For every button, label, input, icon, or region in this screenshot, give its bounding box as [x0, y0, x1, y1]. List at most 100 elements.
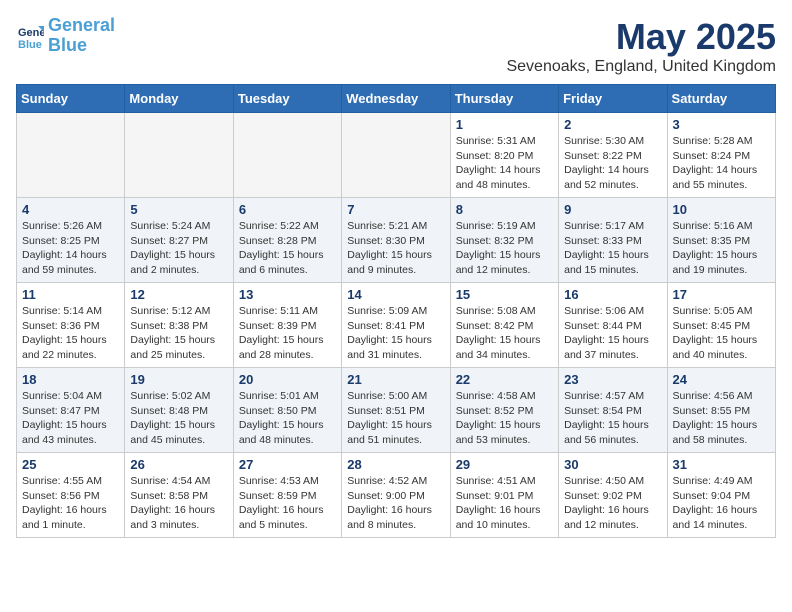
svg-text:General: General [18, 27, 44, 39]
day-info: Sunrise: 4:53 AM Sunset: 8:59 PM Dayligh… [239, 474, 336, 533]
day-info: Sunrise: 5:22 AM Sunset: 8:28 PM Dayligh… [239, 219, 336, 278]
calendar-cell: 7 Sunrise: 5:21 AM Sunset: 8:30 PM Daylig… [342, 198, 450, 283]
calendar-cell [125, 113, 233, 198]
logo-line2: Blue [48, 35, 87, 55]
day-number: 18 [22, 372, 119, 387]
weekday-header-sunday: Sunday [17, 85, 125, 113]
day-info: Sunrise: 5:28 AM Sunset: 8:24 PM Dayligh… [673, 134, 770, 193]
calendar-cell: 8 Sunrise: 5:19 AM Sunset: 8:32 PM Daylig… [450, 198, 558, 283]
day-info: Sunrise: 5:09 AM Sunset: 8:41 PM Dayligh… [347, 304, 444, 363]
weekday-header-monday: Monday [125, 85, 233, 113]
calendar-cell: 2 Sunrise: 5:30 AM Sunset: 8:22 PM Daylig… [559, 113, 667, 198]
day-info: Sunrise: 4:55 AM Sunset: 8:56 PM Dayligh… [22, 474, 119, 533]
location: Sevenoaks, England, United Kingdom [506, 58, 776, 76]
day-number: 30 [564, 457, 661, 472]
day-number: 15 [456, 287, 553, 302]
weekday-header-row: SundayMondayTuesdayWednesdayThursdayFrid… [17, 85, 776, 113]
day-info: Sunrise: 4:52 AM Sunset: 9:00 PM Dayligh… [347, 474, 444, 533]
day-number: 10 [673, 202, 770, 217]
calendar-cell: 6Sunrise: 5:22 AM Sunset: 8:28 PM Daylig… [233, 198, 341, 283]
calendar-cell: 23Sunrise: 4:57 AM Sunset: 8:54 PM Dayli… [559, 368, 667, 453]
calendar-cell: 11Sunrise: 5:14 AM Sunset: 8:36 PM Dayli… [17, 283, 125, 368]
day-info: Sunrise: 5:08 AM Sunset: 8:42 PM Dayligh… [456, 304, 553, 363]
day-info: Sunrise: 5:12 AM Sunset: 8:38 PM Dayligh… [130, 304, 227, 363]
calendar-cell: 22 Sunrise: 4:58 AM Sunset: 8:52 PM Dayli… [450, 368, 558, 453]
day-info: Sunrise: 5:24 AM Sunset: 8:27 PM Dayligh… [130, 219, 227, 278]
calendar: SundayMondayTuesdayWednesdayThursdayFrid… [16, 84, 776, 538]
day-info: Sunrise: 5:05 AM Sunset: 8:45 PM Dayligh… [673, 304, 770, 363]
calendar-cell: 21Sunrise: 5:00 AM Sunset: 8:51 PM Dayli… [342, 368, 450, 453]
calendar-cell: 10 Sunrise: 5:16 AM Sunset: 8:35 PM Dayli… [667, 198, 775, 283]
calendar-cell: 9 Sunrise: 5:17 AM Sunset: 8:33 PM Daylig… [559, 198, 667, 283]
svg-text:Blue: Blue [18, 39, 42, 50]
day-number: 3 [673, 117, 770, 132]
week-row-5: 25 Sunrise: 4:55 AM Sunset: 8:56 PM Dayli… [17, 453, 776, 538]
day-number: 2 [564, 117, 661, 132]
day-number: 9 [564, 202, 661, 217]
day-info: Sunrise: 5:11 AM Sunset: 8:39 PM Dayligh… [239, 304, 336, 363]
logo: General Blue General Blue [16, 16, 115, 56]
day-info: Sunrise: 5:19 AM Sunset: 8:32 PM Dayligh… [456, 219, 553, 278]
day-number: 17 [673, 287, 770, 302]
calendar-cell: 12 Sunrise: 5:12 AM Sunset: 8:38 PM Dayli… [125, 283, 233, 368]
calendar-cell [233, 113, 341, 198]
calendar-cell: 15 Sunrise: 5:08 AM Sunset: 8:42 PM Dayli… [450, 283, 558, 368]
day-number: 5 [130, 202, 227, 217]
calendar-cell: 31 Sunrise: 4:49 AM Sunset: 9:04 PM Dayli… [667, 453, 775, 538]
day-info: Sunrise: 5:01 AM Sunset: 8:50 PM Dayligh… [239, 389, 336, 448]
calendar-cell: 30Sunrise: 4:50 AM Sunset: 9:02 PM Dayli… [559, 453, 667, 538]
day-info: Sunrise: 5:30 AM Sunset: 8:22 PM Dayligh… [564, 134, 661, 193]
day-number: 29 [456, 457, 553, 472]
calendar-cell: 26 Sunrise: 4:54 AM Sunset: 8:58 PM Dayli… [125, 453, 233, 538]
weekday-header-thursday: Thursday [450, 85, 558, 113]
weekday-header-tuesday: Tuesday [233, 85, 341, 113]
day-info: Sunrise: 5:06 AM Sunset: 8:44 PM Dayligh… [564, 304, 661, 363]
day-info: Sunrise: 4:57 AM Sunset: 8:54 PM Dayligh… [564, 389, 661, 448]
week-row-3: 11Sunrise: 5:14 AM Sunset: 8:36 PM Dayli… [17, 283, 776, 368]
day-number: 12 [130, 287, 227, 302]
day-number: 24 [673, 372, 770, 387]
day-number: 7 [347, 202, 444, 217]
day-info: Sunrise: 5:17 AM Sunset: 8:33 PM Dayligh… [564, 219, 661, 278]
day-info: Sunrise: 4:58 AM Sunset: 8:52 PM Dayligh… [456, 389, 553, 448]
day-number: 19 [130, 372, 227, 387]
day-info: Sunrise: 4:51 AM Sunset: 9:01 PM Dayligh… [456, 474, 553, 533]
day-info: Sunrise: 5:04 AM Sunset: 8:47 PM Dayligh… [22, 389, 119, 448]
day-info: Sunrise: 5:26 AM Sunset: 8:25 PM Dayligh… [22, 219, 119, 278]
day-number: 27 [239, 457, 336, 472]
day-number: 26 [130, 457, 227, 472]
day-number: 28 [347, 457, 444, 472]
day-info: Sunrise: 5:31 AM Sunset: 8:20 PM Dayligh… [456, 134, 553, 193]
logo-line1: General [48, 15, 115, 35]
day-number: 4 [22, 202, 119, 217]
day-number: 31 [673, 457, 770, 472]
calendar-cell: 5 Sunrise: 5:24 AM Sunset: 8:27 PM Daylig… [125, 198, 233, 283]
weekday-header-friday: Friday [559, 85, 667, 113]
week-row-4: 18 Sunrise: 5:04 AM Sunset: 8:47 PM Dayli… [17, 368, 776, 453]
weekday-header-saturday: Saturday [667, 85, 775, 113]
weekday-header-wednesday: Wednesday [342, 85, 450, 113]
day-number: 25 [22, 457, 119, 472]
title-block: May 2025 Sevenoaks, England, United King… [506, 16, 776, 76]
page-header: General Blue General Blue May 2025 Seven… [16, 16, 776, 76]
day-info: Sunrise: 5:16 AM Sunset: 8:35 PM Dayligh… [673, 219, 770, 278]
calendar-cell: 16 Sunrise: 5:06 AM Sunset: 8:44 PM Dayli… [559, 283, 667, 368]
month-title: May 2025 [506, 16, 776, 58]
calendar-cell: 4 Sunrise: 5:26 AM Sunset: 8:25 PM Daylig… [17, 198, 125, 283]
day-number: 22 [456, 372, 553, 387]
day-info: Sunrise: 5:21 AM Sunset: 8:30 PM Dayligh… [347, 219, 444, 278]
calendar-cell: 27 Sunrise: 4:53 AM Sunset: 8:59 PM Dayli… [233, 453, 341, 538]
calendar-cell [342, 113, 450, 198]
day-number: 20 [239, 372, 336, 387]
day-info: Sunrise: 4:54 AM Sunset: 8:58 PM Dayligh… [130, 474, 227, 533]
day-info: Sunrise: 4:56 AM Sunset: 8:55 PM Dayligh… [673, 389, 770, 448]
day-number: 16 [564, 287, 661, 302]
day-info: Sunrise: 5:00 AM Sunset: 8:51 PM Dayligh… [347, 389, 444, 448]
calendar-cell: 28 Sunrise: 4:52 AM Sunset: 9:00 PM Dayli… [342, 453, 450, 538]
day-info: Sunrise: 4:49 AM Sunset: 9:04 PM Dayligh… [673, 474, 770, 533]
day-number: 11 [22, 287, 119, 302]
day-number: 8 [456, 202, 553, 217]
logo-icon: General Blue [16, 22, 44, 50]
week-row-2: 4 Sunrise: 5:26 AM Sunset: 8:25 PM Daylig… [17, 198, 776, 283]
day-number: 13 [239, 287, 336, 302]
